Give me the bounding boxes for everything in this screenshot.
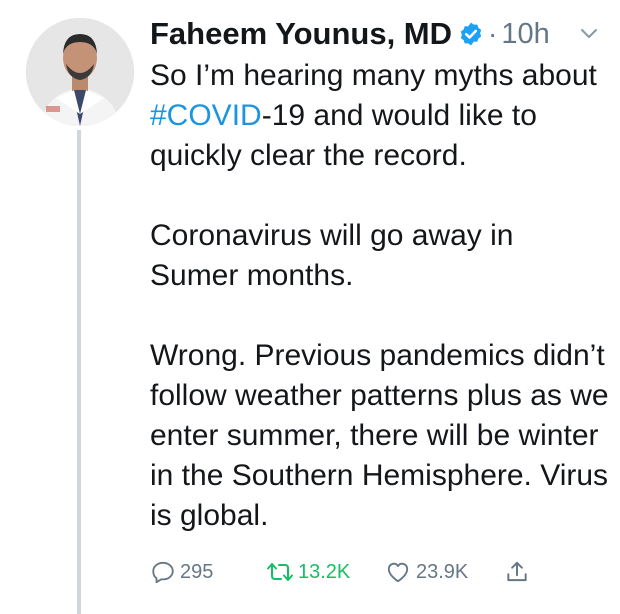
reply-icon [150, 559, 176, 585]
share-button[interactable] [504, 552, 530, 592]
author-avatar[interactable] [26, 18, 134, 126]
like-icon [384, 559, 412, 585]
retweet-count: 13.2K [298, 560, 351, 583]
tweet-paragraph-1: So I’m hearing many myths about #COVID-1… [150, 56, 610, 176]
share-icon [504, 559, 530, 585]
hashtag-link[interactable]: #COVID [150, 99, 262, 132]
like-button[interactable]: 23.9K [384, 552, 468, 592]
tweet: Faheem Younus, MD · 10h So I’m hearing m… [0, 0, 620, 614]
separator-dot: · [488, 18, 498, 49]
retweet-icon [266, 559, 294, 585]
like-count: 23.9K [416, 560, 469, 583]
tweet-paragraph-3: Wrong. Previous pandemics didn’t follow … [150, 339, 609, 532]
tweet-timestamp[interactable]: 10h [501, 18, 549, 51]
thread-line [77, 130, 81, 614]
tweet-paragraph-2: Coronavirus will go away in Sumer months… [150, 219, 514, 292]
chevron-down-icon[interactable] [578, 22, 600, 44]
tweet-text-intro: So I’m hearing many myths about [150, 59, 597, 92]
tweet-header: Faheem Younus, MD · 10h [150, 14, 550, 54]
verified-badge-icon [458, 21, 484, 47]
tweet-text: So I’m hearing many myths about #COVID-1… [150, 56, 610, 536]
author-name[interactable]: Faheem Younus, MD [150, 16, 452, 52]
reply-count: 295 [180, 560, 214, 583]
reply-button[interactable]: 295 [150, 552, 213, 592]
retweet-button[interactable]: 13.2K [266, 552, 350, 592]
